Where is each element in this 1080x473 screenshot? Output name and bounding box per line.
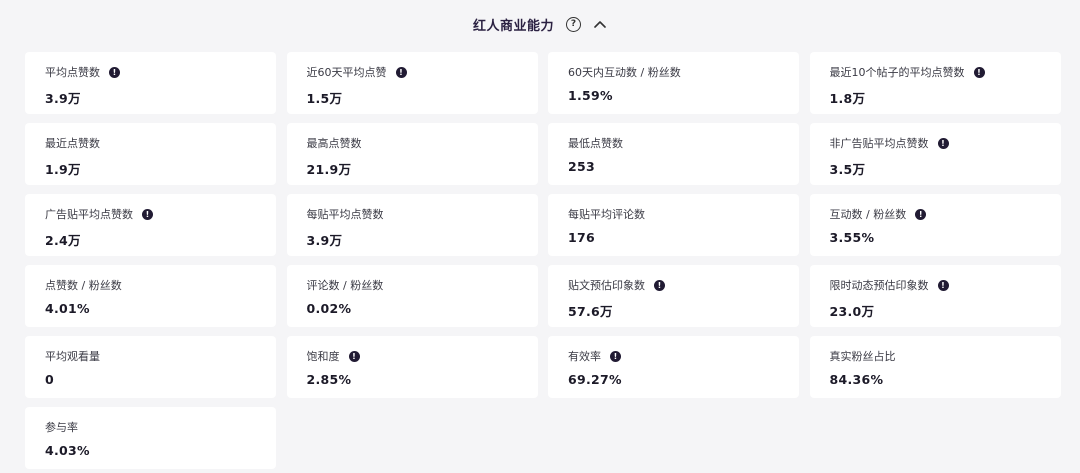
metric-label: 每贴平均点赞数 <box>306 208 384 221</box>
info-icon[interactable]: ! <box>610 350 621 362</box>
metric-label-row: 平均点赞数 ! <box>45 64 276 80</box>
metric-label: 评论数 / 粉丝数 <box>306 279 384 292</box>
metric-label: 点赞数 / 粉丝数 <box>45 279 122 292</box>
metric-card: 真实粉丝占比 84.36% <box>809 336 1061 398</box>
metric-label-row: 近60天平均点赞 ! <box>307 64 538 80</box>
metric-value: 23.0万 <box>829 304 875 319</box>
metric-label-row: 非广告贴平均点赞数 ! <box>830 135 1061 151</box>
metric-label-row: 广告贴平均点赞数 ! <box>45 206 276 222</box>
metric-value: 253 <box>568 159 595 174</box>
metric-label: 非广告贴平均点赞数 <box>829 137 929 150</box>
metric-label-row: 参与率 <box>45 419 276 435</box>
metric-card: 60天内互动数 / 粉丝数 1.59% <box>548 52 799 114</box>
info-icon[interactable]: ! <box>915 208 927 220</box>
metric-value: 176 <box>568 230 595 245</box>
metric-value: 69.27% <box>568 372 622 387</box>
metric-value: 21.9万 <box>306 162 352 177</box>
metric-card: 每贴平均点赞数 3.9万 <box>286 194 538 256</box>
metric-card: 平均点赞数 ! 3.9万 <box>25 52 276 114</box>
metric-value: 1.9万 <box>45 162 81 177</box>
metric-value: 1.5万 <box>306 91 343 106</box>
metric-value: 0.02% <box>306 301 352 316</box>
help-icon[interactable]: ? <box>566 16 581 32</box>
metric-label: 最高点赞数 <box>306 137 362 150</box>
info-icon[interactable]: ! <box>973 66 985 78</box>
metric-label: 近60天平均点赞 <box>306 66 387 79</box>
info-icon[interactable]: ! <box>109 66 120 78</box>
metric-value: 3.9万 <box>45 91 81 106</box>
metric-label: 最近10个帖子的平均点赞数 <box>829 66 965 79</box>
metric-label-row: 饱和度 ! <box>307 348 538 364</box>
metric-label-row: 最近点赞数 <box>45 135 276 151</box>
metric-grid: 平均点赞数 ! 3.9万 近60天平均点赞 ! 1.5万 60天内互动数 / 粉… <box>25 52 1061 469</box>
section-header: 红人商业能力 ? <box>0 0 1080 48</box>
metric-value: 57.6万 <box>568 304 613 319</box>
metric-label: 有效率 <box>568 350 601 363</box>
metric-value: 0 <box>45 372 54 387</box>
metric-card: 最高点赞数 21.9万 <box>286 123 538 185</box>
metric-label: 参与率 <box>45 421 78 434</box>
metric-value: 3.5万 <box>829 162 866 177</box>
metric-label-row: 限时动态预估印象数 ! <box>830 277 1061 293</box>
metric-value: 1.59% <box>568 88 613 103</box>
metric-label-row: 平均观看量 <box>45 348 276 364</box>
section-title: 红人商业能力 <box>472 18 554 34</box>
info-icon[interactable]: ! <box>142 208 153 220</box>
chevron-up-icon[interactable] <box>593 17 607 31</box>
metric-card: 有效率 ! 69.27% <box>548 336 799 398</box>
metric-card: 评论数 / 粉丝数 0.02% <box>286 265 538 327</box>
info-icon[interactable]: ! <box>348 350 360 362</box>
metric-card: 每贴平均评论数 176 <box>548 194 799 256</box>
metric-value: 84.36% <box>829 372 884 387</box>
metric-card: 非广告贴平均点赞数 ! 3.5万 <box>809 123 1061 185</box>
info-icon[interactable]: ! <box>937 137 949 149</box>
metric-label: 限时动态预估印象数 <box>829 279 929 292</box>
metric-label-row: 有效率 ! <box>568 348 799 364</box>
metric-label-row: 60天内互动数 / 粉丝数 <box>568 64 799 80</box>
metric-label: 广告贴平均点赞数 <box>45 208 133 221</box>
metric-label: 真实粉丝占比 <box>829 350 896 363</box>
metric-card: 平均观看量 0 <box>25 336 276 398</box>
metric-value: 2.4万 <box>45 233 81 248</box>
metric-label: 最近点赞数 <box>45 137 100 150</box>
metric-label-row: 每贴平均点赞数 <box>307 206 538 222</box>
metric-label-row: 点赞数 / 粉丝数 <box>45 277 276 293</box>
metric-label: 平均点赞数 <box>45 66 100 79</box>
metric-card: 饱和度 ! 2.85% <box>286 336 538 398</box>
metric-label: 贴文预估印象数 <box>568 279 645 292</box>
metric-card: 限时动态预估印象数 ! 23.0万 <box>809 265 1061 327</box>
metric-label-row: 每贴平均评论数 <box>568 206 799 222</box>
metric-value: 4.03% <box>45 443 90 458</box>
metric-label-row: 真实粉丝占比 <box>830 348 1061 364</box>
metric-card: 最低点赞数 253 <box>548 123 799 185</box>
metric-value: 1.8万 <box>829 91 866 106</box>
metric-label: 平均观看量 <box>45 350 100 363</box>
info-icon[interactable]: ! <box>937 279 949 291</box>
metric-label-row: 互动数 / 粉丝数 ! <box>830 206 1061 222</box>
metric-label: 饱和度 <box>306 350 340 363</box>
metric-label: 互动数 / 粉丝数 <box>829 208 907 221</box>
metric-label: 60天内互动数 / 粉丝数 <box>568 66 681 79</box>
metric-label: 最低点赞数 <box>568 137 623 150</box>
metric-card: 贴文预估印象数 ! 57.6万 <box>548 265 799 327</box>
metric-card: 参与率 4.03% <box>25 407 276 469</box>
metric-label-row: 贴文预估印象数 ! <box>568 277 799 293</box>
metric-label-row: 最低点赞数 <box>568 135 799 151</box>
metric-value: 2.85% <box>306 372 352 387</box>
metric-value: 4.01% <box>45 301 90 316</box>
info-icon[interactable]: ! <box>654 279 665 291</box>
metric-card: 点赞数 / 粉丝数 4.01% <box>25 265 276 327</box>
metric-card: 最近10个帖子的平均点赞数 ! 1.8万 <box>809 52 1061 114</box>
metric-value: 3.55% <box>829 230 875 245</box>
metric-label: 每贴平均评论数 <box>568 208 645 221</box>
metric-card: 最近点赞数 1.9万 <box>25 123 276 185</box>
metric-card: 近60天平均点赞 ! 1.5万 <box>286 52 538 114</box>
metric-label-row: 最近10个帖子的平均点赞数 ! <box>830 64 1061 80</box>
metric-label-row: 最高点赞数 <box>307 135 538 151</box>
metric-label-row: 评论数 / 粉丝数 <box>307 277 538 293</box>
info-icon[interactable]: ! <box>395 66 407 78</box>
metric-card: 互动数 / 粉丝数 ! 3.55% <box>809 194 1061 256</box>
metric-value: 3.9万 <box>306 233 343 248</box>
metric-card: 广告贴平均点赞数 ! 2.4万 <box>25 194 276 256</box>
